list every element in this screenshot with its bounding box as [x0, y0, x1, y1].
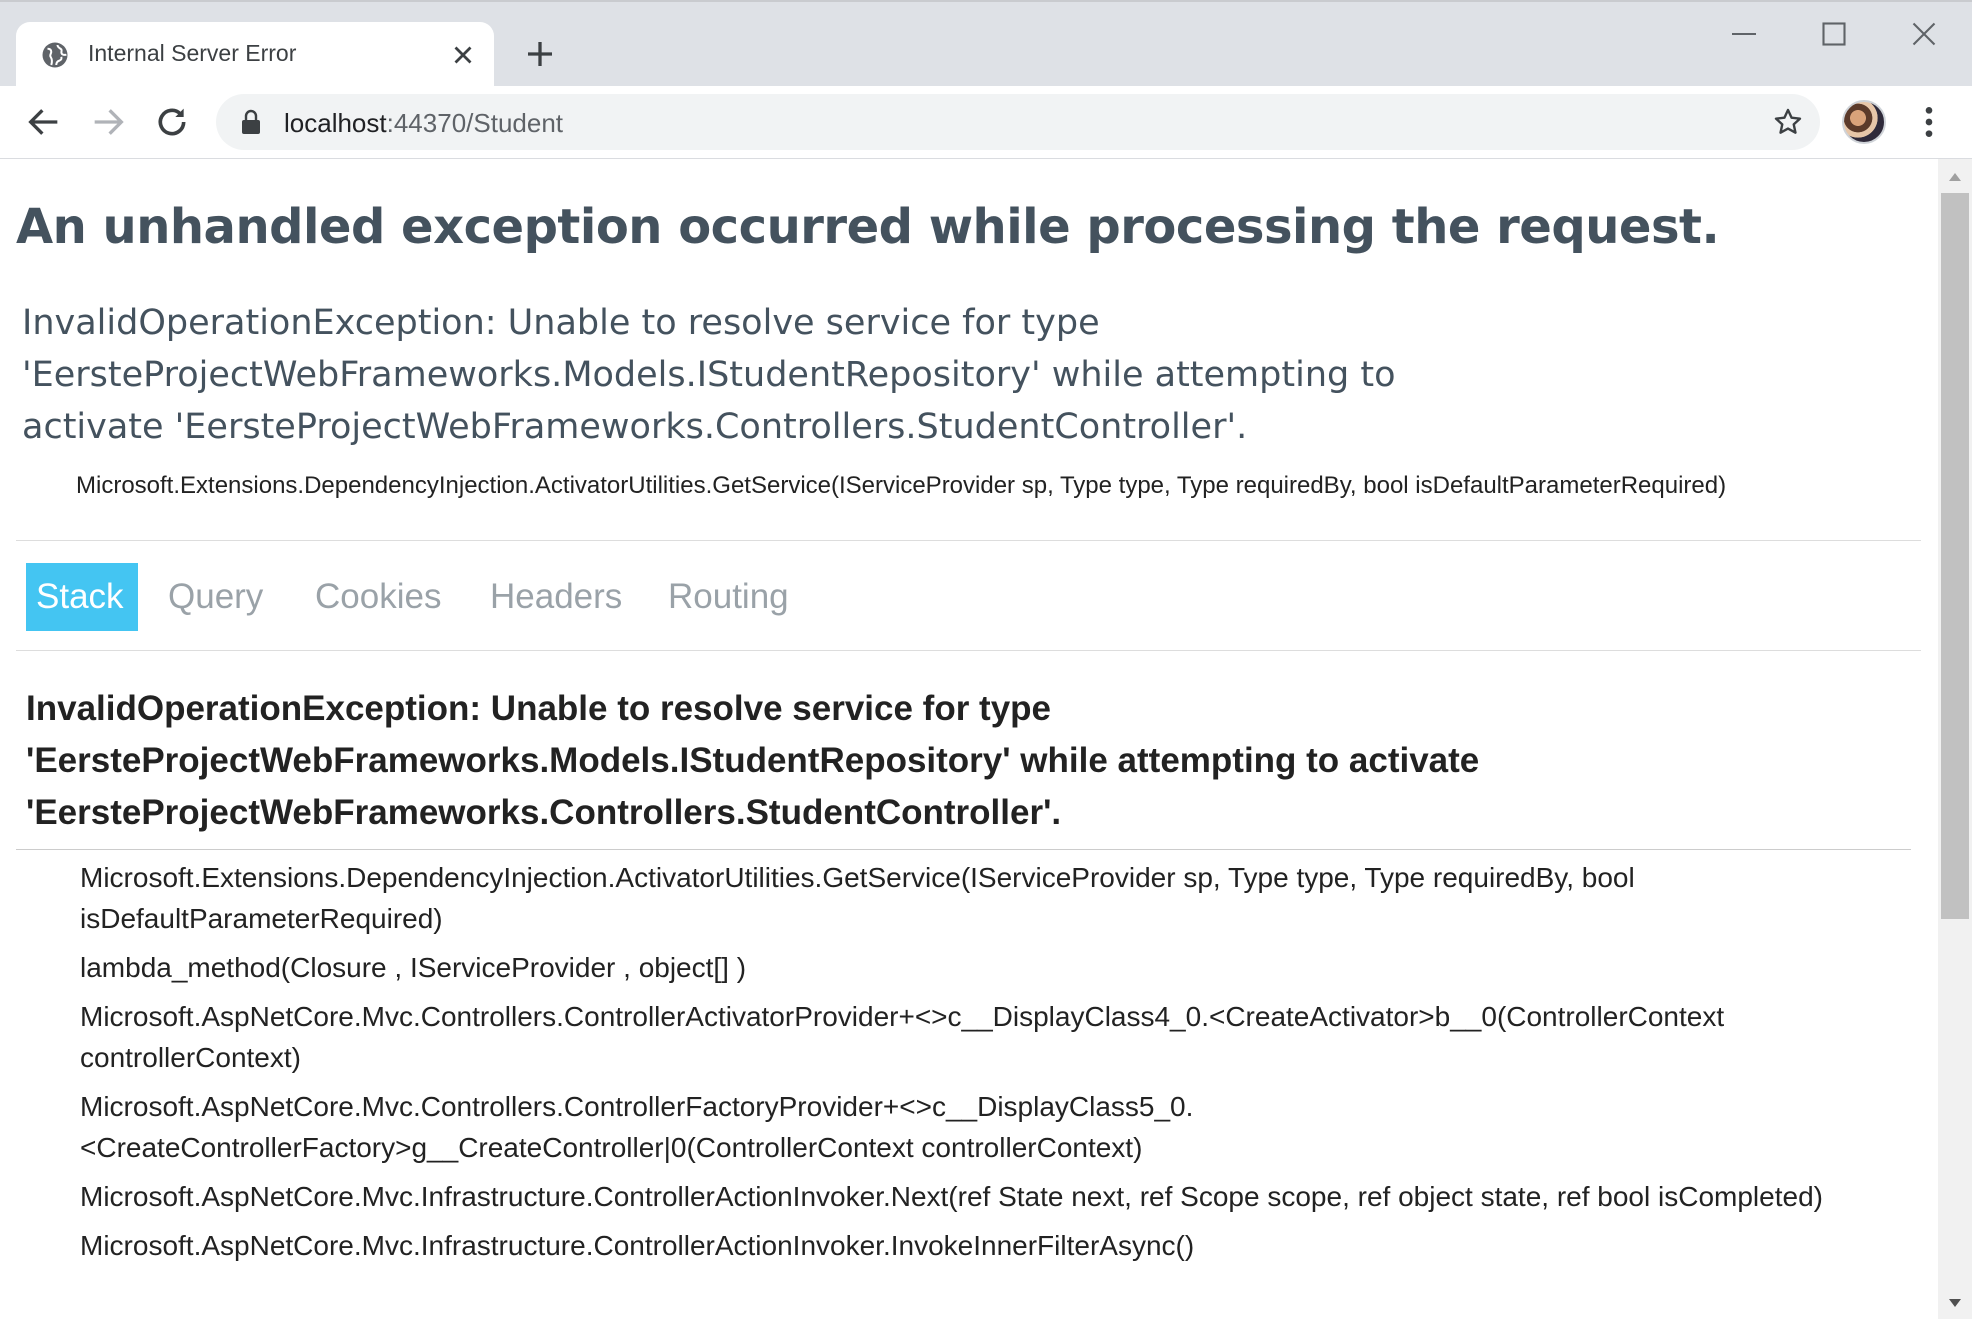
address-bar[interactable]: localhost:44370/Student — [216, 94, 1820, 150]
page-content: An unhandled exception occurred while pr… — [0, 159, 1938, 1319]
stack-title: InvalidOperationException: Unable to res… — [26, 689, 1480, 832]
page-scrollbar[interactable] — [1938, 159, 1972, 1319]
maximize-icon[interactable] — [1816, 16, 1852, 52]
lock-icon[interactable] — [240, 109, 262, 135]
globe-icon — [42, 42, 68, 68]
browser-toolbar: localhost:44370/Student — [0, 86, 1972, 159]
tab-routing[interactable]: Routing — [658, 563, 799, 631]
kebab-menu-icon[interactable] — [1914, 102, 1944, 142]
back-arrow-icon[interactable] — [24, 102, 64, 142]
stack-frame[interactable]: Microsoft.AspNetCore.Mvc.Controllers.Con… — [80, 996, 1860, 1078]
url-text[interactable]: localhost:44370/Student — [284, 108, 563, 139]
forward-arrow-icon[interactable] — [88, 102, 128, 142]
divider — [16, 540, 1921, 541]
tab-headers[interactable]: Headers — [480, 563, 632, 631]
divider — [16, 650, 1921, 651]
page-heading: An unhandled exception occurred while pr… — [16, 199, 1720, 255]
close-icon[interactable] — [448, 40, 478, 70]
scroll-up-arrow-icon[interactable] — [1947, 171, 1963, 183]
minimize-icon[interactable] — [1726, 16, 1762, 52]
url-host: localhost — [284, 108, 387, 138]
tab-stack[interactable]: Stack — [26, 563, 138, 631]
stack-frames: Microsoft.Extensions.DependencyInjection… — [80, 857, 1860, 1274]
url-path: :44370/Student — [386, 108, 564, 138]
reload-icon[interactable] — [152, 102, 192, 142]
stack-frame[interactable]: Microsoft.AspNetCore.Mvc.Controllers.Con… — [80, 1086, 1860, 1168]
error-location: Microsoft.Extensions.DependencyInjection… — [76, 472, 1727, 499]
window-close-icon[interactable] — [1906, 16, 1942, 52]
scroll-thumb[interactable] — [1941, 193, 1969, 919]
scroll-down-arrow-icon[interactable] — [1947, 1297, 1963, 1309]
plus-icon[interactable] — [522, 36, 558, 72]
stack-frame[interactable]: lambda_method(Closure , IServiceProvider… — [80, 947, 1860, 988]
profile-avatar[interactable] — [1842, 100, 1886, 144]
error-title: InvalidOperationException: Unable to res… — [22, 303, 1396, 447]
stack-frame[interactable]: Microsoft.AspNetCore.Mvc.Infrastructure.… — [80, 1225, 1860, 1266]
tab-cookies[interactable]: Cookies — [305, 563, 451, 631]
stack-frame[interactable]: Microsoft.Extensions.DependencyInjection… — [80, 857, 1860, 939]
tab-title: Internal Server Error — [88, 40, 297, 66]
star-icon[interactable] — [1772, 106, 1804, 138]
stack-frame[interactable]: Microsoft.AspNetCore.Mvc.Infrastructure.… — [80, 1176, 1860, 1217]
browser-titlebar: Internal Server Error — [0, 0, 1972, 88]
browser-tab[interactable]: Internal Server Error — [16, 22, 494, 88]
divider — [16, 849, 1911, 850]
tab-query[interactable]: Query — [158, 563, 273, 631]
